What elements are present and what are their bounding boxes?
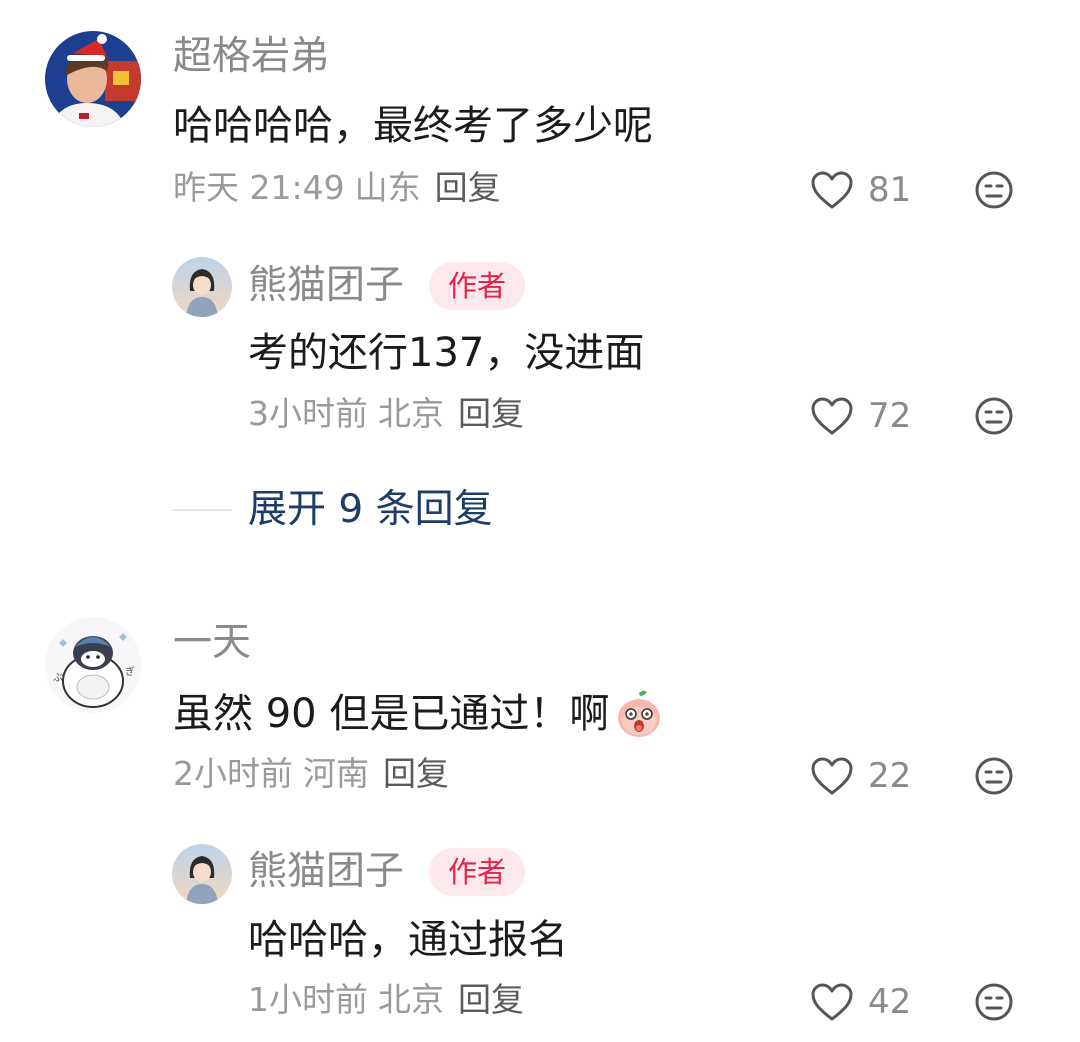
reply-username[interactable]: 熊猫团子 [248, 266, 404, 305]
reply-button[interactable]: 回复 [458, 394, 524, 433]
like-count: 72 [868, 396, 912, 436]
comment-username[interactable]: 超格岩弟 [173, 37, 329, 76]
neutral-face-icon[interactable] [974, 396, 1014, 436]
reply-button[interactable]: 回复 [458, 980, 524, 1019]
comment-time: 昨天 21:49 [173, 168, 345, 207]
like-count: 42 [868, 982, 912, 1022]
reply-username[interactable]: 熊猫团子 [248, 852, 404, 891]
like-count: 81 [868, 170, 912, 210]
user-photo-icon [45, 31, 141, 127]
avatar[interactable] [172, 257, 232, 317]
comment-username[interactable]: 一天 [173, 623, 251, 662]
reply-meta: 1小时前 北京 回复 [248, 983, 524, 1016]
expand-divider [172, 509, 232, 511]
heart-outline-icon [811, 171, 853, 209]
reply-content: 哈哈哈，通过报名 [248, 917, 568, 963]
avatar[interactable] [172, 844, 232, 904]
like-button[interactable]: 42 [810, 982, 911, 1022]
expand-replies-button[interactable]: 展开 9 条回复 [248, 490, 493, 529]
comment-text: 虽然 90 但是已通过！啊 [173, 691, 610, 737]
reply-time: 1小时前 [248, 980, 368, 1019]
girl-illustration-icon [172, 257, 232, 317]
svg-text:ぎ: ぎ [125, 665, 135, 678]
comment-meta: 昨天 21:49 山东 回复 [173, 171, 501, 204]
girl-illustration-icon [172, 844, 232, 904]
like-count: 22 [868, 756, 912, 796]
reply-time: 3小时前 [248, 394, 368, 433]
comment-content: 哈哈哈哈，最终考了多少呢 [173, 103, 653, 149]
reply-button[interactable]: 回复 [435, 168, 501, 207]
like-button[interactable]: 22 [810, 756, 911, 796]
comment-meta: 2小时前 河南 回复 [173, 757, 449, 790]
heart-outline-icon [811, 983, 853, 1021]
comment-content: 虽然 90 但是已通过！啊 [173, 688, 665, 740]
comment-time: 2小时前 [173, 754, 293, 793]
like-button[interactable]: 72 [810, 396, 911, 436]
penguin-illustration-icon: ぷ ぎ [45, 617, 141, 713]
reply-location: 北京 [378, 980, 444, 1019]
author-badge: 作者 [429, 262, 526, 310]
surprised-peach-emoji [618, 690, 661, 737]
heart-outline-icon [811, 757, 853, 795]
neutral-face-icon[interactable] [974, 756, 1014, 796]
avatar[interactable]: ぷ ぎ [45, 617, 141, 713]
reply-content: 考的还行137，没进面 [248, 330, 645, 376]
comment-location: 河南 [303, 754, 369, 793]
heart-outline-icon [811, 397, 853, 435]
reply-location: 北京 [378, 394, 444, 433]
reply-meta: 3小时前 北京 回复 [248, 397, 524, 430]
comment-location: 山东 [354, 168, 421, 207]
like-button[interactable]: 81 [810, 170, 911, 210]
reply-button[interactable]: 回复 [383, 754, 449, 793]
svg-text:ぷ: ぷ [53, 672, 63, 684]
neutral-face-icon[interactable] [974, 170, 1014, 210]
neutral-face-icon[interactable] [974, 982, 1014, 1022]
author-badge: 作者 [429, 848, 526, 896]
avatar[interactable] [45, 31, 141, 127]
comment-section: 超格岩弟 哈哈哈哈，最终考了多少呢 昨天 21:49 山东 回复 81 熊猫团子 作… [0, 0, 1080, 1042]
